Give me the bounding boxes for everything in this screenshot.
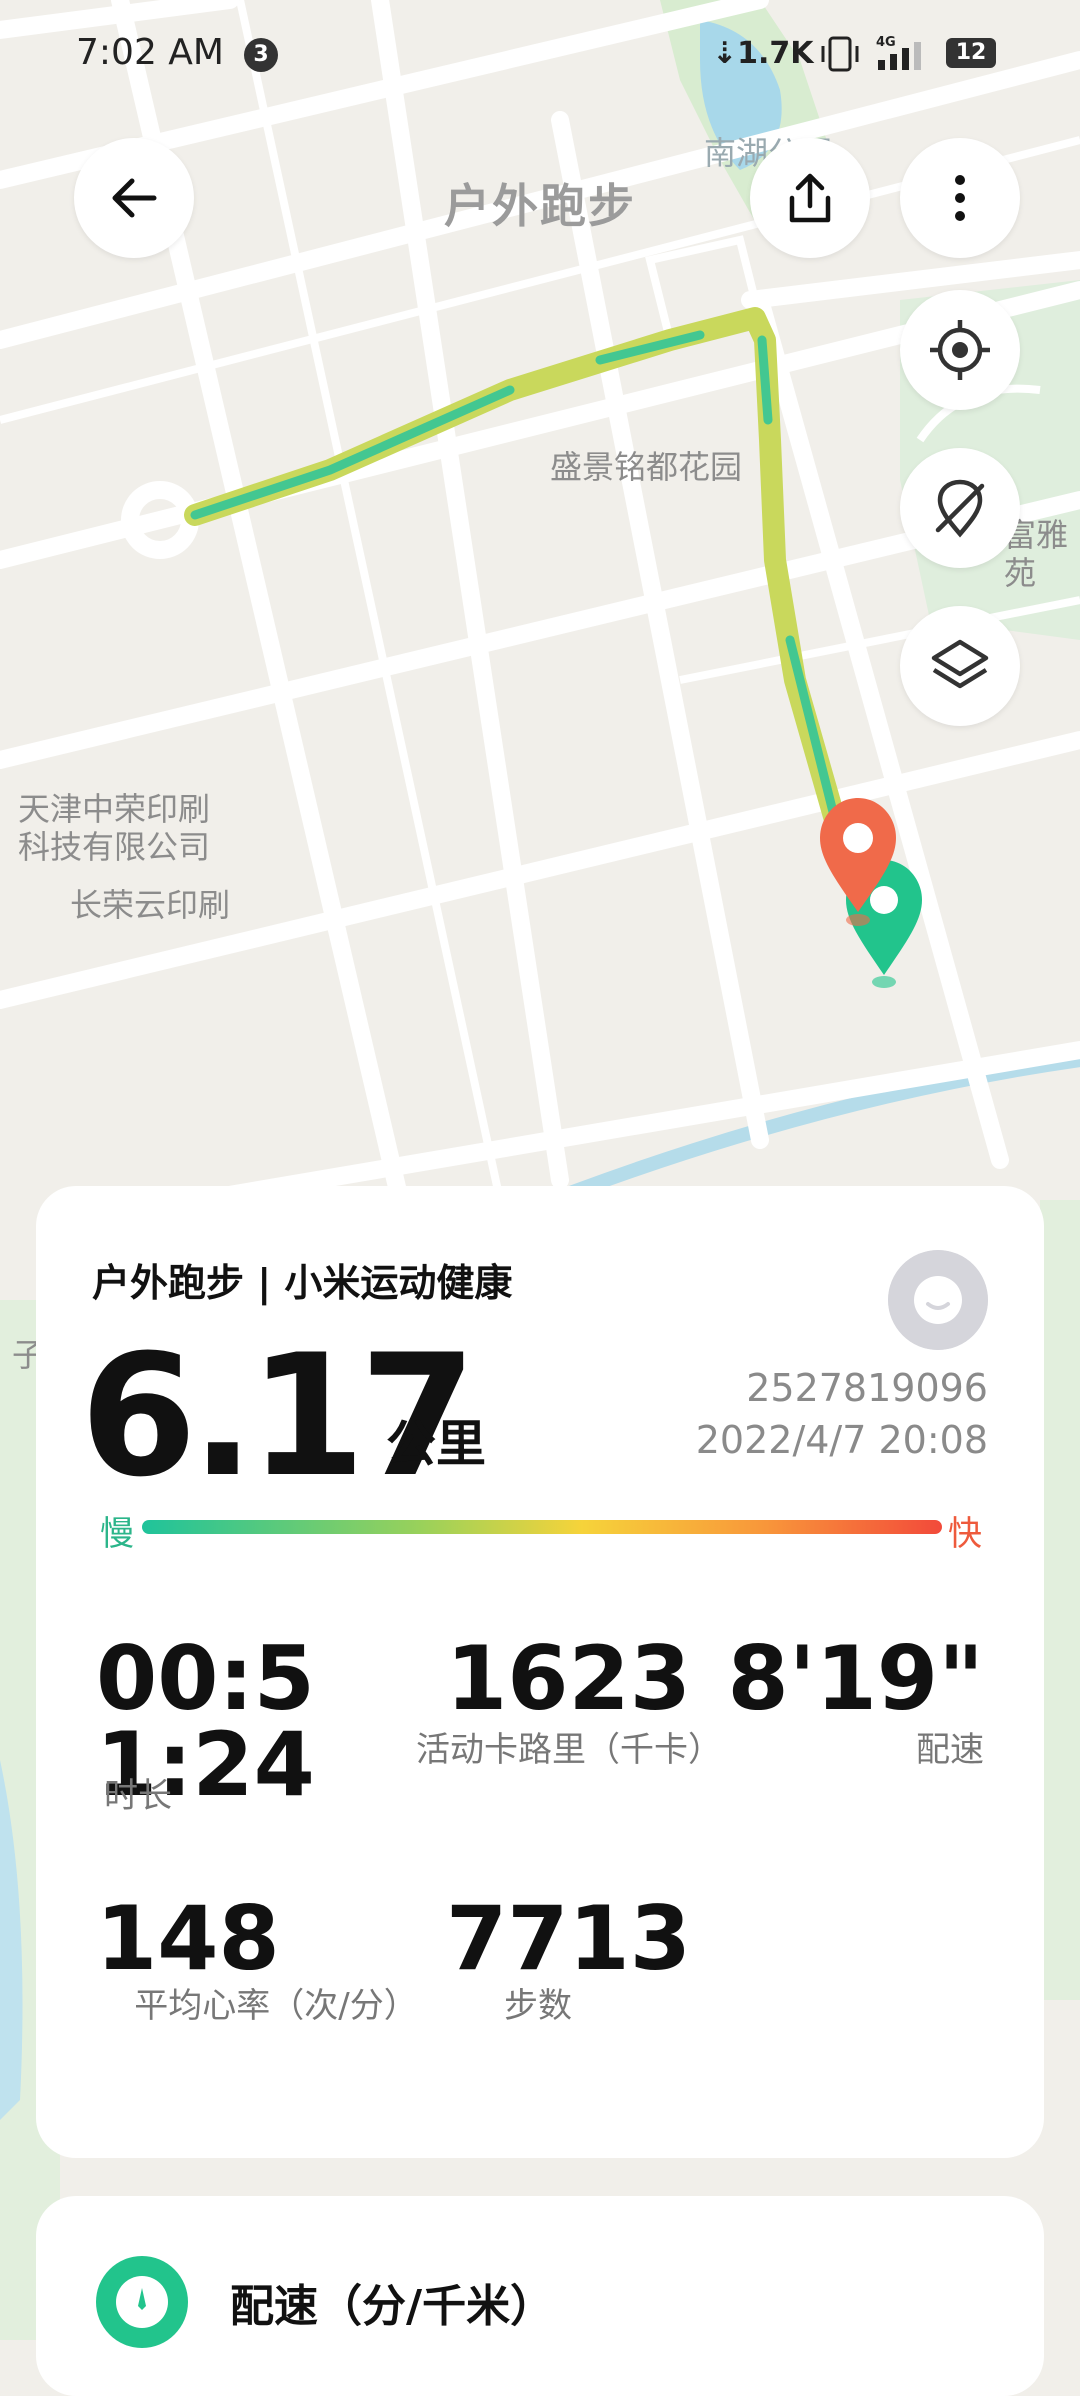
pace-icon — [96, 2256, 188, 2348]
battery-indicator: 12 — [946, 38, 996, 68]
layers-icon — [931, 639, 989, 689]
speedometer-icon — [116, 2276, 168, 2328]
heart-rate-value: 148 — [96, 1887, 280, 1990]
user-avatar-icon — [888, 1250, 988, 1350]
calories-label: 活动卡路里（千卡） — [416, 1730, 722, 1770]
map-label-garden: 盛景铭都花园 — [550, 448, 743, 486]
distance-unit: 公里 — [386, 1415, 486, 1473]
pace-section-card[interactable]: 配速（分/千米） — [36, 2196, 1044, 2396]
notification-badge: 3 — [244, 38, 278, 72]
pace-value: 8'19" — [727, 1627, 984, 1730]
vibrate-icon — [821, 36, 859, 72]
speed-slow-label: 慢 — [100, 1514, 134, 1554]
status-bar: 7:02 AM 3 ⇣1.7K 4G 12 — [0, 0, 1080, 110]
more-options-button[interactable] — [900, 138, 1020, 258]
workout-source: 户外跑步 | 小米运动健康 — [92, 1261, 513, 1305]
hide-route-button[interactable] — [900, 448, 1020, 568]
net-speed: ⇣1.7K — [712, 36, 814, 71]
share-button[interactable] — [750, 138, 870, 258]
speed-fast-label: 快 — [948, 1514, 982, 1554]
pace-label: 配速 — [916, 1730, 984, 1770]
share-icon — [789, 173, 831, 223]
user-id: 2527819096 — [746, 1366, 988, 1410]
speed-gradient-bar — [142, 1520, 942, 1534]
map-label-printing2: 长荣云印刷 — [70, 886, 231, 924]
target-icon — [930, 320, 990, 380]
steps-label: 步数 — [504, 1986, 572, 2026]
cellular-signal-icon: 4G — [876, 35, 921, 70]
pace-section-title: 配速（分/千米） — [230, 2281, 555, 2332]
duration-label: 时长 — [104, 1776, 172, 1816]
route-hidden-icon — [935, 479, 985, 538]
calories-value: 1623 — [446, 1627, 691, 1730]
status-time: 7:02 AM — [76, 32, 224, 73]
avatar[interactable] — [888, 1250, 988, 1350]
steps-value: 7713 — [446, 1887, 691, 1990]
map-layers-button[interactable] — [900, 606, 1020, 726]
workout-summary-card: 户外跑步 | 小米运动健康 6.17 公里 2527819096 2022/4/… — [36, 1186, 1044, 2158]
heart-rate-label: 平均心率（次/分） — [134, 1986, 418, 2026]
locate-button[interactable] — [900, 290, 1020, 410]
more-vertical-icon — [955, 175, 965, 221]
record-date: 2022/4/7 20:08 — [695, 1418, 988, 1462]
net-speed-value: 1.7K — [737, 36, 814, 71]
network-type: 4G — [876, 35, 896, 50]
map-label-printing1: 天津中荣印刷 科技有限公司 — [18, 790, 211, 866]
